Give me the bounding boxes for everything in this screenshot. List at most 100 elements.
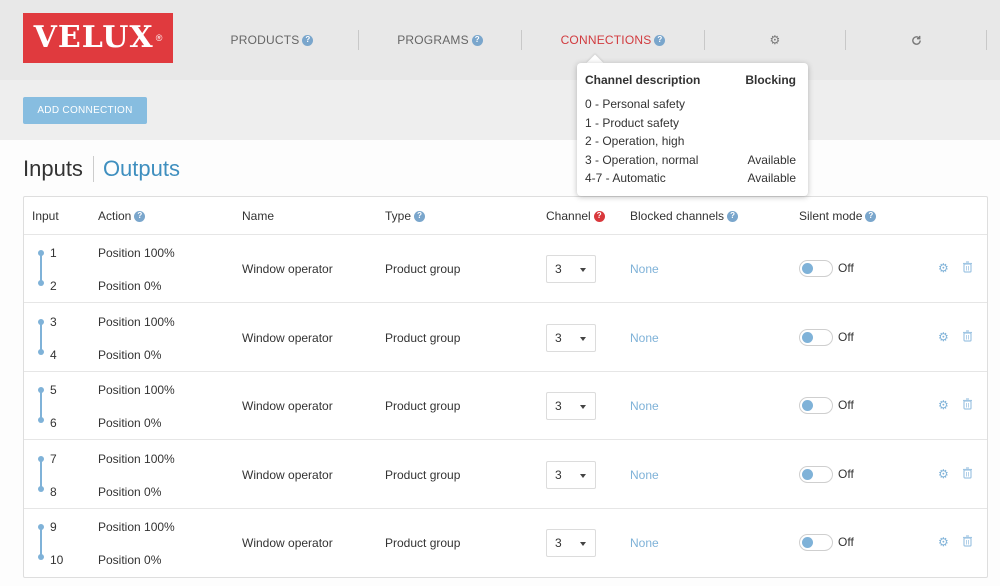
header-input: Input <box>32 209 59 223</box>
header-action: Action? <box>98 209 146 223</box>
action-value: Position 100% <box>98 520 175 534</box>
table-row: 3 4 Position 100% Position 0% Window ope… <box>24 304 987 372</box>
help-icon[interactable]: ? <box>727 210 739 222</box>
add-connection-button[interactable]: ADD CONNECTION <box>23 97 147 124</box>
caret-down-icon <box>580 268 586 272</box>
gear-icon[interactable]: ⚙ <box>938 467 949 481</box>
io-tabs: Inputs Outputs <box>23 154 180 184</box>
silent-mode-label: Off <box>838 466 854 481</box>
silent-mode-toggle[interactable] <box>799 465 833 483</box>
channel-select[interactable]: 3 <box>546 460 596 489</box>
action-value: Position 0% <box>98 484 162 499</box>
header-silent-label: Silent mode <box>799 209 863 223</box>
action-value: Position 100% <box>98 383 175 397</box>
input-number: 2 <box>50 279 57 293</box>
channel-value: 3 <box>555 399 562 413</box>
help-icon[interactable]: ? <box>865 210 877 222</box>
nav-products[interactable]: PRODUCTS? <box>186 0 358 80</box>
silent-mode-toggle[interactable] <box>799 534 833 551</box>
silent-mode-label: Off <box>838 329 854 344</box>
tab-inputs[interactable]: Inputs <box>23 156 83 182</box>
trash-icon[interactable] <box>962 261 973 273</box>
trash-icon[interactable] <box>962 398 973 410</box>
toggle-knob <box>802 263 813 274</box>
help-icon[interactable]: ? <box>654 34 666 46</box>
help-icon[interactable]: ? <box>593 210 605 222</box>
silent-mode-toggle[interactable] <box>799 260 833 277</box>
blocked-channels-link[interactable]: None <box>630 468 659 482</box>
trash-icon[interactable] <box>962 329 973 342</box>
action-value: Position 100% <box>98 314 175 329</box>
product-type: Product group <box>385 399 461 413</box>
refresh-icon <box>911 35 921 45</box>
header-type-label: Type <box>385 209 412 223</box>
header-action-label: Action <box>98 209 132 223</box>
silent-mode-label: Off <box>838 398 854 412</box>
header-name-label: Name <box>242 209 275 223</box>
gear-icon[interactable]: ⚙ <box>938 398 949 412</box>
input-number: 7 <box>50 451 57 466</box>
silent-mode-toggle[interactable] <box>799 397 833 414</box>
help-icon[interactable]: ? <box>134 210 146 222</box>
input-number: 10 <box>50 553 64 567</box>
help-icon[interactable]: ? <box>471 34 483 46</box>
table-row: 5 6 Position 100% Position 0% Window ope… <box>24 372 987 440</box>
silent-mode-label: Off <box>838 261 854 275</box>
input-number: 8 <box>50 484 57 499</box>
input-number: 9 <box>50 520 57 534</box>
caret-down-icon <box>580 473 586 478</box>
tooltip-blocking-value: Available <box>747 171 796 185</box>
channel-select[interactable]: 3 <box>546 392 596 420</box>
caret-down-icon <box>580 336 586 341</box>
blocked-channels-link[interactable]: None <box>630 262 659 276</box>
nav-programs[interactable]: PROGRAMS? <box>359 0 521 80</box>
blocked-channels-link[interactable]: None <box>630 331 659 345</box>
product-name: Window operator <box>242 262 333 276</box>
channel-select[interactable]: 3 <box>546 255 596 283</box>
connection-link-icon <box>38 318 44 355</box>
silent-mode-label: Off <box>838 535 854 549</box>
help-icon[interactable]: ? <box>414 210 426 222</box>
toolbar: ADD CONNECTION <box>0 80 1000 140</box>
input-number: 1 <box>50 246 57 260</box>
nav-divider <box>986 30 987 50</box>
silent-mode-toggle[interactable] <box>799 328 833 346</box>
connection-link-icon <box>38 455 44 492</box>
tab-divider <box>92 156 94 182</box>
blocked-channels-link[interactable]: None <box>630 536 659 550</box>
tooltip-channel-label: 3 - Operation, normal <box>585 152 699 167</box>
header-blocked-channels: Blocked channels? <box>630 209 739 223</box>
tooltip-channel-label: 2 - Operation, high <box>585 134 685 148</box>
logo-text: VELUX <box>33 20 154 55</box>
velux-logo[interactable]: VELUX ® <box>23 13 173 63</box>
table-row: 7 8 Position 100% Position 0% Window ope… <box>24 441 987 509</box>
trash-icon[interactable] <box>962 535 973 547</box>
gear-icon[interactable]: ⚙ <box>938 330 949 344</box>
caret-down-icon <box>580 542 586 546</box>
gear-icon: ⚙ <box>769 33 781 47</box>
blocked-channels-link[interactable]: None <box>630 399 659 413</box>
gear-icon[interactable]: ⚙ <box>938 535 949 549</box>
input-number: 4 <box>50 347 57 362</box>
tooltip-channel-label: 1 - Product safety <box>585 115 680 130</box>
tooltip-blocking-value: Available <box>747 152 796 167</box>
help-icon[interactable]: ? <box>302 34 314 46</box>
nav-refresh[interactable] <box>846 0 986 80</box>
tab-outputs[interactable]: Outputs <box>103 156 180 182</box>
tooltip-channel-label: 4-7 - Automatic <box>585 171 666 185</box>
product-type: Product group <box>385 536 461 550</box>
trash-icon[interactable] <box>962 466 973 479</box>
channel-tooltip: Channel description Blocking 0 - Persona… <box>577 63 808 196</box>
input-number: 6 <box>50 416 57 430</box>
channel-select[interactable]: 3 <box>546 529 596 557</box>
header-input-label: Input <box>32 209 59 223</box>
toggle-knob <box>802 331 813 343</box>
connection-link-icon <box>38 387 44 423</box>
channel-value: 3 <box>555 536 562 550</box>
channel-select[interactable]: 3 <box>546 323 596 352</box>
table-header: Input Action? Name Type? Channel? Blocke… <box>24 197 987 235</box>
action-value: Position 0% <box>98 553 162 567</box>
action-value: Position 0% <box>98 347 162 362</box>
gear-icon[interactable]: ⚙ <box>938 261 949 275</box>
product-type: Product group <box>385 330 461 345</box>
